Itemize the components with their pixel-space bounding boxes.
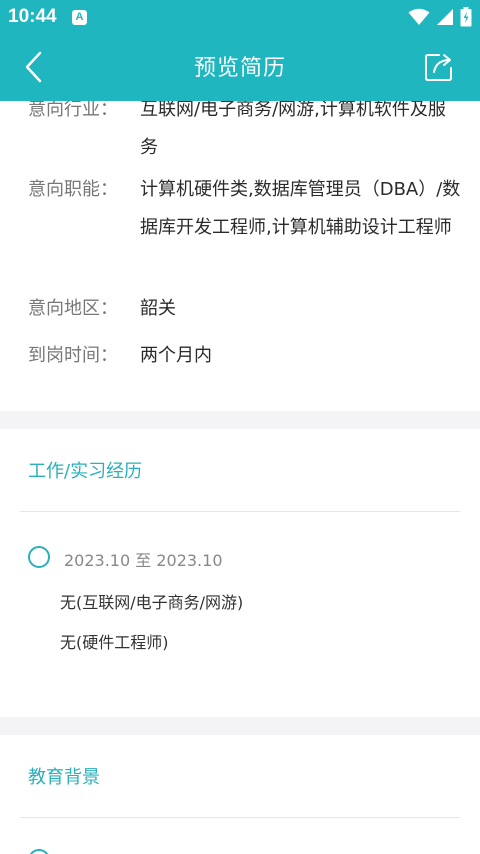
resume-preview-content[interactable]: 意向行业： 互联网/电子商务/网游,计算机软件及服务 意向职能： 计算机硬件类,…	[0, 101, 480, 854]
status-icons	[408, 6, 472, 28]
intent-value: 互联网/电子商务/网游,计算机软件及服务	[140, 101, 446, 158]
wifi-icon	[408, 8, 430, 25]
intent-value: 两个月内	[140, 345, 212, 366]
intent-row-function: 意向职能： 计算机硬件类,数据库管理员（DBA）/数据库开发工程师,计算机辅助设…	[28, 171, 468, 285]
intent-value: 计算机硬件类,数据库管理员（DBA）/数据库开发工程师,计算机辅助设计工程师	[140, 179, 461, 238]
section-divider	[20, 511, 460, 512]
intent-row-location: 意向地区： 韶关	[28, 290, 468, 328]
status-bar: 10:44 A	[0, 0, 480, 34]
intent-row-availability: 到岗时间： 两个月内	[28, 337, 468, 375]
notification-a-icon: A	[72, 10, 87, 25]
job-intent-card: 意向行业： 互联网/电子商务/网游,计算机软件及服务 意向职能： 计算机硬件类,…	[0, 101, 480, 411]
intent-label: 意向地区：	[28, 298, 118, 319]
intent-value: 韶关	[140, 298, 176, 319]
timeline-circle-icon	[28, 849, 50, 854]
education-section-title: 教育背景	[28, 767, 100, 788]
work-date-range: 2023.10 至 2023.10	[64, 551, 223, 570]
work-company: 无(互联网/电子商务/网游)	[60, 593, 244, 612]
page-title: 预览简历	[193, 56, 286, 81]
timeline-circle-icon	[28, 546, 50, 568]
work-experience-card: 工作/实习经历 2023.10 至 2023.10 无(互联网/电子商务/网游)…	[0, 429, 480, 717]
app-header: 10:44 A 预览简历	[0, 0, 480, 101]
share-button[interactable]	[420, 46, 460, 86]
intent-label: 意向行业：	[28, 101, 118, 120]
intent-label: 意向职能：	[28, 179, 118, 200]
share-icon	[425, 54, 452, 81]
intent-row-industry: 意向行业： 互联网/电子商务/网游,计算机软件及服务	[28, 101, 468, 167]
work-section-title: 工作/实习经历	[28, 461, 143, 482]
signal-icon	[437, 9, 453, 25]
work-position: 无(硬件工程师)	[60, 633, 169, 652]
status-time: 10:44	[8, 6, 57, 27]
intent-label: 到岗时间：	[28, 345, 118, 366]
nav-bar: 预览简历	[0, 34, 480, 101]
education-card: 教育背景	[0, 735, 480, 854]
section-divider	[20, 817, 460, 818]
battery-icon	[460, 7, 472, 27]
